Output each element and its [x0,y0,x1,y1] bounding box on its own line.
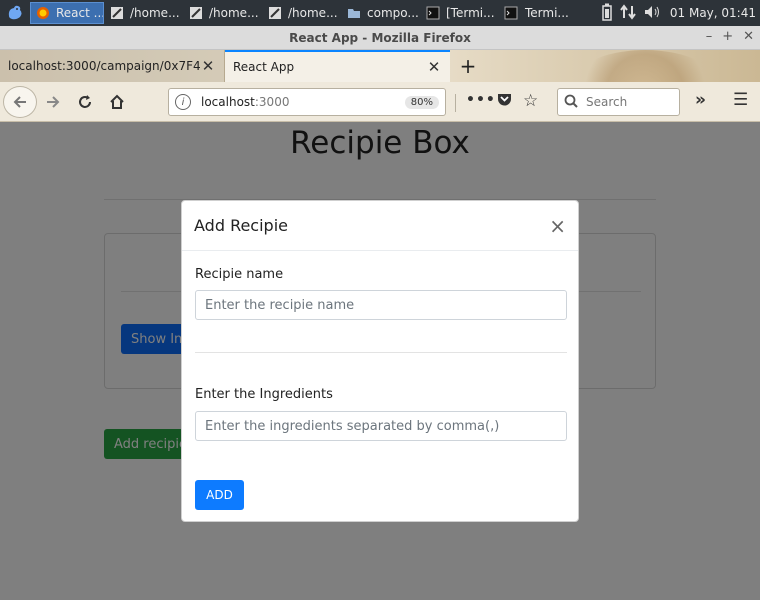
url-bar[interactable]: i localhost :3000 80% [168,88,446,116]
start-menu-icon[interactable] [0,0,30,26]
tab-label: localhost:3000/campaign/0x7F4C [8,59,200,73]
text-editor-icon [110,5,124,21]
search-placeholder: Search [586,95,628,109]
home-icon[interactable] [101,86,133,118]
taskbar-task-folder[interactable]: compo... [342,2,420,24]
url-port: :3000 [254,95,290,109]
system-tray: 01 May, 01:41 [602,3,760,24]
tab-label: React App [233,60,295,74]
navigation-toolbar: i localhost :3000 80% ••• ☆ Search » ☰ [0,82,760,122]
text-editor-icon [268,5,282,21]
close-tab-icon[interactable]: ✕ [200,57,216,75]
recipe-name-input[interactable] [195,290,567,320]
taskbar-task-editor-2[interactable]: /home... [184,2,262,24]
text-editor-icon [189,5,203,21]
back-arrow-icon[interactable] [3,85,37,118]
terminal-icon [503,5,519,21]
new-tab-icon[interactable]: + [450,50,486,82]
zoom-level-badge[interactable]: 80% [404,95,439,109]
toolbar-separator [455,94,456,112]
taskbar-task-terminal-2[interactable]: Termi... [498,2,574,24]
search-box[interactable]: Search [557,88,680,116]
folder-icon [347,5,361,21]
close-tab-icon[interactable]: ✕ [426,58,442,76]
volume-icon[interactable] [644,4,662,23]
tab-strip: localhost:3000/campaign/0x7F4C ✕ React A… [0,50,760,122]
ingredients-input[interactable] [195,411,567,441]
page-actions-icon[interactable]: ••• [466,92,496,108]
taskbar-task-label: Termi... [525,6,569,20]
pocket-icon[interactable] [497,92,512,110]
taskbar-task-label: [Termi... [446,6,495,20]
taskbar-task-label: /home... [130,6,180,20]
taskbar-task-label: /home... [209,6,259,20]
taskbar-task-label: /home... [288,6,338,20]
hamburger-menu-icon[interactable]: ☰ [733,90,748,110]
url-host: localhost [201,95,255,109]
taskbar-task-terminal-1[interactable]: [Termi... [421,2,497,24]
divider [195,352,567,353]
bookmark-star-icon[interactable]: ☆ [523,91,538,111]
terminal-icon [426,5,440,21]
site-info-icon[interactable]: i [175,94,191,110]
tab-campaign[interactable]: localhost:3000/campaign/0x7F4C ✕ [0,50,225,82]
minimize-icon[interactable]: – [706,29,713,44]
window-titlebar: React App - Mozilla Firefox – + ✕ [0,26,760,50]
maximize-icon[interactable]: + [722,29,733,44]
forward-arrow-icon[interactable] [37,86,69,118]
close-icon[interactable]: × [549,214,566,238]
clock[interactable]: 01 May, 01:41 [670,6,756,20]
taskbar-task-firefox[interactable]: React ... [30,2,104,24]
modal-title: Add Recipie [194,216,288,235]
taskbar: React ... /home... /home... /home... com… [0,0,760,26]
network-icon[interactable] [620,3,636,23]
window-title: React App - Mozilla Firefox [289,30,471,45]
close-window-icon[interactable]: ✕ [743,29,754,44]
taskbar-task-label: compo... [367,6,419,20]
recipe-name-label: Recipie name [195,267,284,282]
battery-icon[interactable] [602,3,612,24]
tab-react-app[interactable]: React App ✕ [225,50,450,82]
firefox-icon [36,5,50,21]
overflow-chevron-icon[interactable]: » [695,90,706,110]
add-recipe-modal: Add Recipie × Recipie name Enter the Ing… [181,200,579,522]
taskbar-task-editor-3[interactable]: /home... [263,2,341,24]
taskbar-task-label: React ... [56,6,104,20]
add-button[interactable]: ADD [195,480,244,510]
ingredients-label: Enter the Ingredients [195,387,333,402]
modal-header: Add Recipie × [182,201,578,251]
taskbar-task-editor-1[interactable]: /home... [105,2,183,24]
reload-icon[interactable] [69,86,101,118]
search-icon [564,94,578,111]
